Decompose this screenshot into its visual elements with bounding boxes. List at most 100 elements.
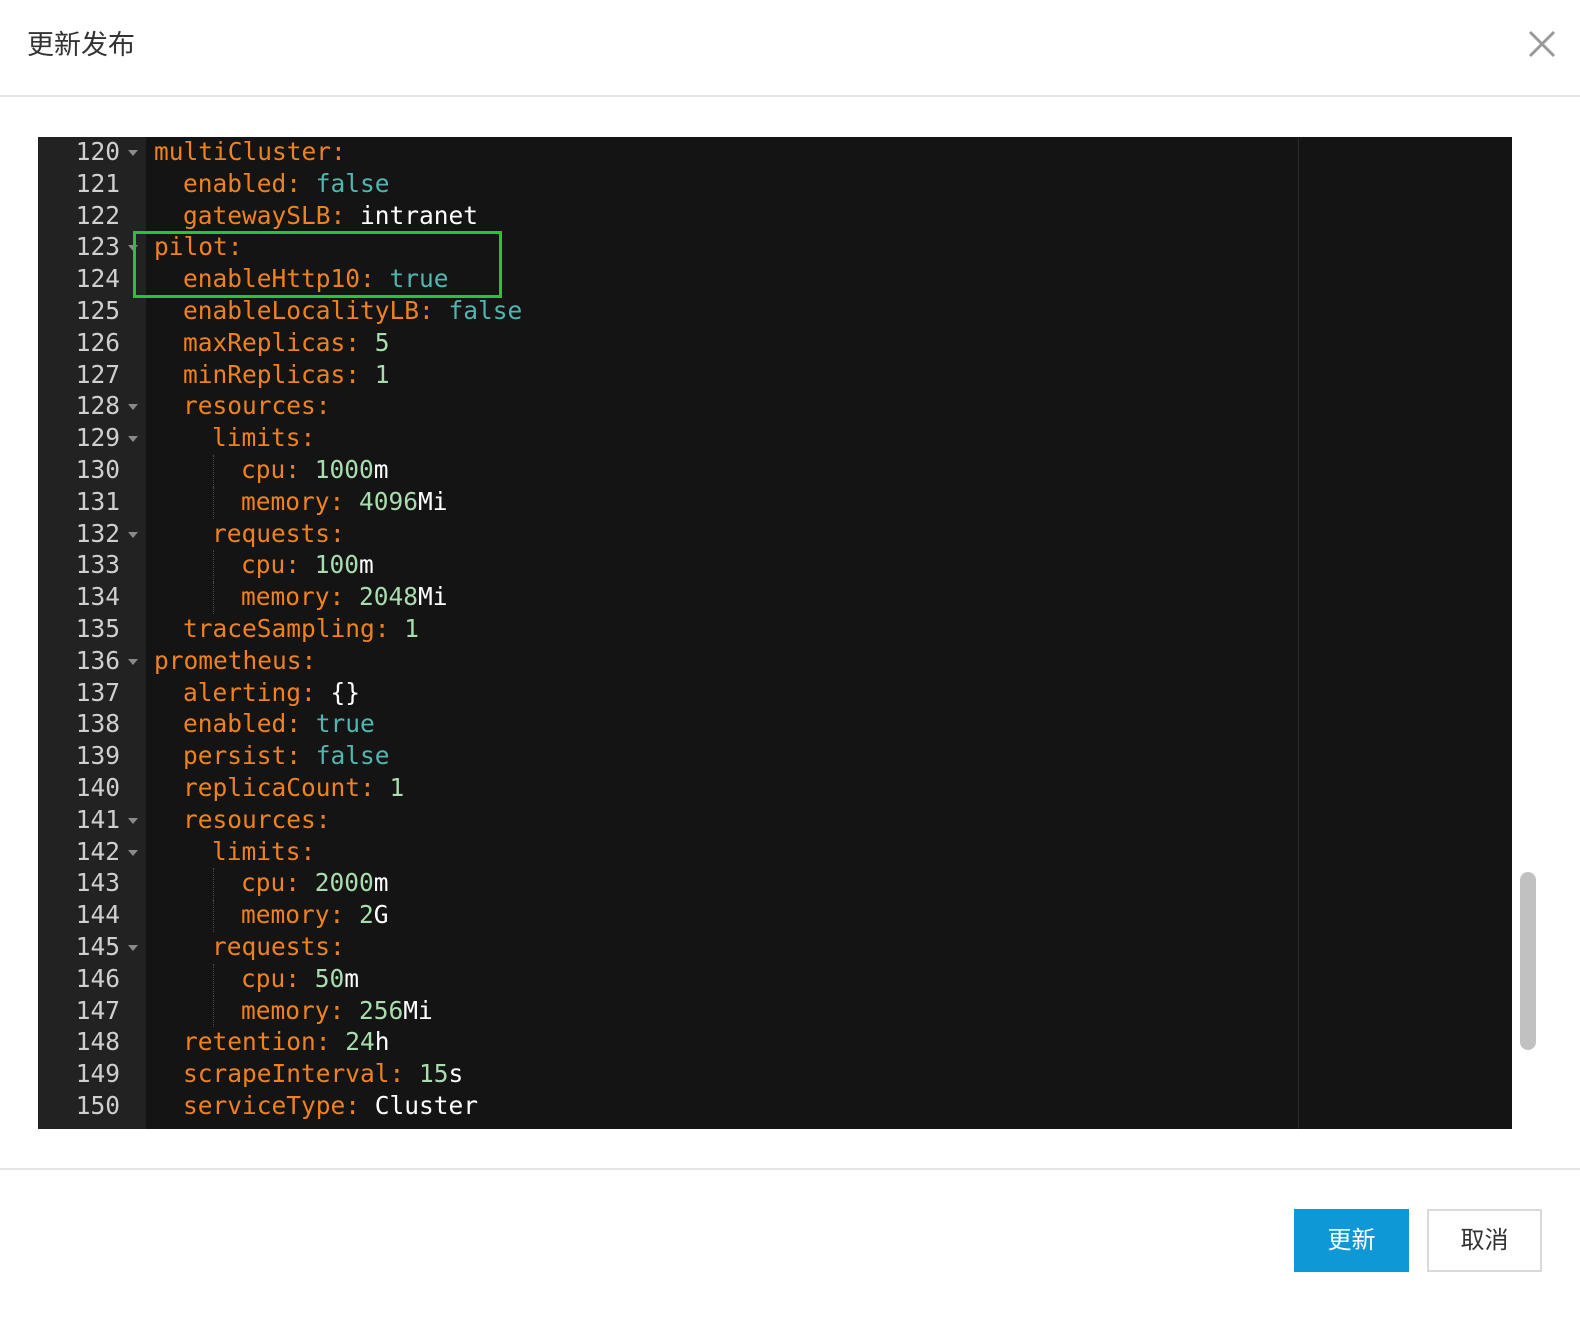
code-content: cpu: 50m — [241, 964, 359, 994]
indent-guide — [213, 582, 214, 614]
line-number: 143 — [75, 868, 120, 898]
code-content: minReplicas: 1 — [183, 360, 390, 390]
code-line[interactable]: 121 enabled: false — [38, 169, 1512, 201]
code-line[interactable]: 129 limits: — [38, 423, 1512, 455]
fold-toggle-icon[interactable] — [128, 245, 138, 252]
yaml-key: gatewaySLB: — [183, 200, 346, 230]
code-content: memory: 256Mi — [241, 996, 433, 1026]
code-content: cpu: 1000m — [241, 455, 389, 485]
fold-toggle-icon[interactable] — [128, 404, 138, 411]
editor-scrollbar-thumb[interactable] — [1520, 872, 1536, 1050]
yaml-key: resources: — [183, 804, 331, 834]
code-line[interactable]: 128 resources: — [38, 391, 1512, 423]
line-number: 126 — [75, 327, 120, 357]
code-content: limits: — [212, 837, 315, 867]
line-number: 129 — [75, 423, 120, 453]
code-line[interactable]: 126 maxReplicas: 5 — [38, 328, 1512, 360]
yaml-key: retention: — [183, 1027, 331, 1057]
indent-guide — [213, 963, 214, 996]
yaml-key: traceSampling: — [183, 613, 390, 643]
code-line[interactable]: 120 multiCluster: — [38, 137, 1512, 169]
code-line[interactable]: 125 enableLocalityLB: false — [38, 296, 1512, 328]
code-line[interactable]: 150 serviceType: Cluster — [38, 1091, 1512, 1123]
code-line[interactable]: 133 cpu: 100m — [38, 550, 1512, 583]
code-line[interactable]: 134 memory: 2048Mi — [38, 582, 1512, 614]
yaml-value-unit: Mi — [418, 486, 448, 516]
close-icon[interactable] — [1522, 24, 1562, 64]
code-line[interactable]: 131 memory: 4096Mi — [38, 486, 1512, 519]
code-line[interactable]: 142 limits: — [38, 837, 1512, 869]
code-line[interactable]: 147 memory: 256Mi — [38, 995, 1512, 1028]
code-content: cpu: 2000m — [241, 868, 389, 898]
dialog-title: 更新发布 — [27, 30, 135, 61]
code-line[interactable]: 143 cpu: 2000m — [38, 868, 1512, 901]
yaml-value: 50 — [314, 963, 345, 993]
code-line[interactable]: 145 requests: — [38, 932, 1512, 964]
yaml-key: enabled: — [183, 168, 302, 198]
line-number: 137 — [75, 677, 120, 707]
yaml-key: requests: — [212, 931, 345, 961]
yaml-value-unit: m — [359, 550, 374, 580]
yaml-key: memory: — [241, 582, 345, 612]
code-line[interactable]: 135 traceSampling: 1 — [38, 614, 1512, 646]
code-line[interactable]: 136 prometheus: — [38, 646, 1512, 678]
yaml-key: multiCluster: — [154, 137, 346, 166]
yaml-key: maxReplicas: — [183, 327, 361, 357]
fold-toggle-icon[interactable] — [128, 849, 138, 856]
line-number: 145 — [75, 931, 120, 961]
yaml-key: enableLocalityLB: — [183, 295, 434, 325]
yaml-value: 15 — [419, 1059, 449, 1089]
yaml-key: cpu: — [241, 963, 301, 993]
code-content: resources: — [183, 805, 331, 835]
update-button[interactable]: 更新 — [1294, 1209, 1409, 1272]
fold-toggle-icon[interactable] — [128, 817, 138, 824]
code-line[interactable]: 124 enableHttp10: true — [38, 264, 1512, 296]
indent-guide — [213, 454, 214, 487]
fold-toggle-icon[interactable] — [128, 150, 138, 156]
code-line[interactable]: 122 gatewaySLB: intranet — [38, 201, 1512, 233]
cancel-button[interactable]: 取消 — [1427, 1209, 1542, 1272]
code-line[interactable]: 127 minReplicas: 1 — [38, 360, 1512, 392]
code-line[interactable]: 140 replicaCount: 1 — [38, 773, 1512, 805]
code-line[interactable]: 123 pilot: — [38, 232, 1512, 264]
line-number: 138 — [75, 709, 120, 739]
code-line[interactable]: 137 alerting: {} — [38, 678, 1512, 710]
fold-toggle-icon[interactable] — [128, 658, 138, 665]
code-line[interactable]: 130 cpu: 1000m — [38, 454, 1512, 487]
code-lines: 120 multiCluster: 121 enabled: false 122 gate… — [38, 137, 1512, 1123]
code-content: prometheus: — [154, 646, 316, 676]
yaml-key: replicaCount: — [183, 772, 375, 802]
code-content: gatewaySLB: intranet — [183, 201, 478, 231]
yaml-key: cpu: — [241, 868, 301, 898]
fold-toggle-icon[interactable] — [128, 944, 138, 951]
code-line[interactable]: 148 retention: 24h — [38, 1027, 1512, 1059]
code-content: enabled: true — [183, 709, 375, 739]
code-content: scrapeInterval: 15s — [183, 1059, 463, 1089]
yaml-value: {} — [330, 677, 361, 707]
fold-toggle-icon[interactable] — [128, 436, 138, 443]
fold-toggle-icon[interactable] — [128, 531, 138, 538]
code-line[interactable]: 149 scrapeInterval: 15s — [38, 1059, 1512, 1091]
code-line[interactable]: 144 memory: 2G — [38, 900, 1512, 932]
code-line[interactable]: 132 requests: — [38, 519, 1512, 551]
code-line[interactable]: 146 cpu: 50m — [38, 963, 1512, 996]
yaml-value: intranet — [360, 200, 479, 230]
line-number: 147 — [75, 995, 120, 1025]
yaml-value: true — [389, 264, 449, 294]
yaml-key: pilot: — [154, 232, 243, 262]
yaml-value: 2048 — [359, 582, 419, 612]
yaml-code-editor[interactable]: 120 multiCluster: 121 enabled: false 122 gate… — [38, 137, 1512, 1129]
line-number: 149 — [75, 1059, 120, 1089]
yaml-value: 5 — [374, 327, 390, 357]
line-number: 120 — [75, 137, 120, 166]
line-number: 134 — [75, 582, 120, 612]
code-content: enableLocalityLB: false — [183, 296, 522, 326]
yaml-key: requests: — [212, 518, 345, 548]
line-number: 121 — [75, 168, 120, 198]
yaml-key: limits: — [212, 836, 316, 866]
code-line[interactable]: 141 resources: — [38, 805, 1512, 837]
code-line[interactable]: 139 persist: false — [38, 741, 1512, 773]
code-line[interactable]: 138 enabled: true — [38, 709, 1512, 741]
yaml-value: Cluster — [374, 1090, 479, 1120]
yaml-key: prometheus: — [154, 645, 317, 675]
